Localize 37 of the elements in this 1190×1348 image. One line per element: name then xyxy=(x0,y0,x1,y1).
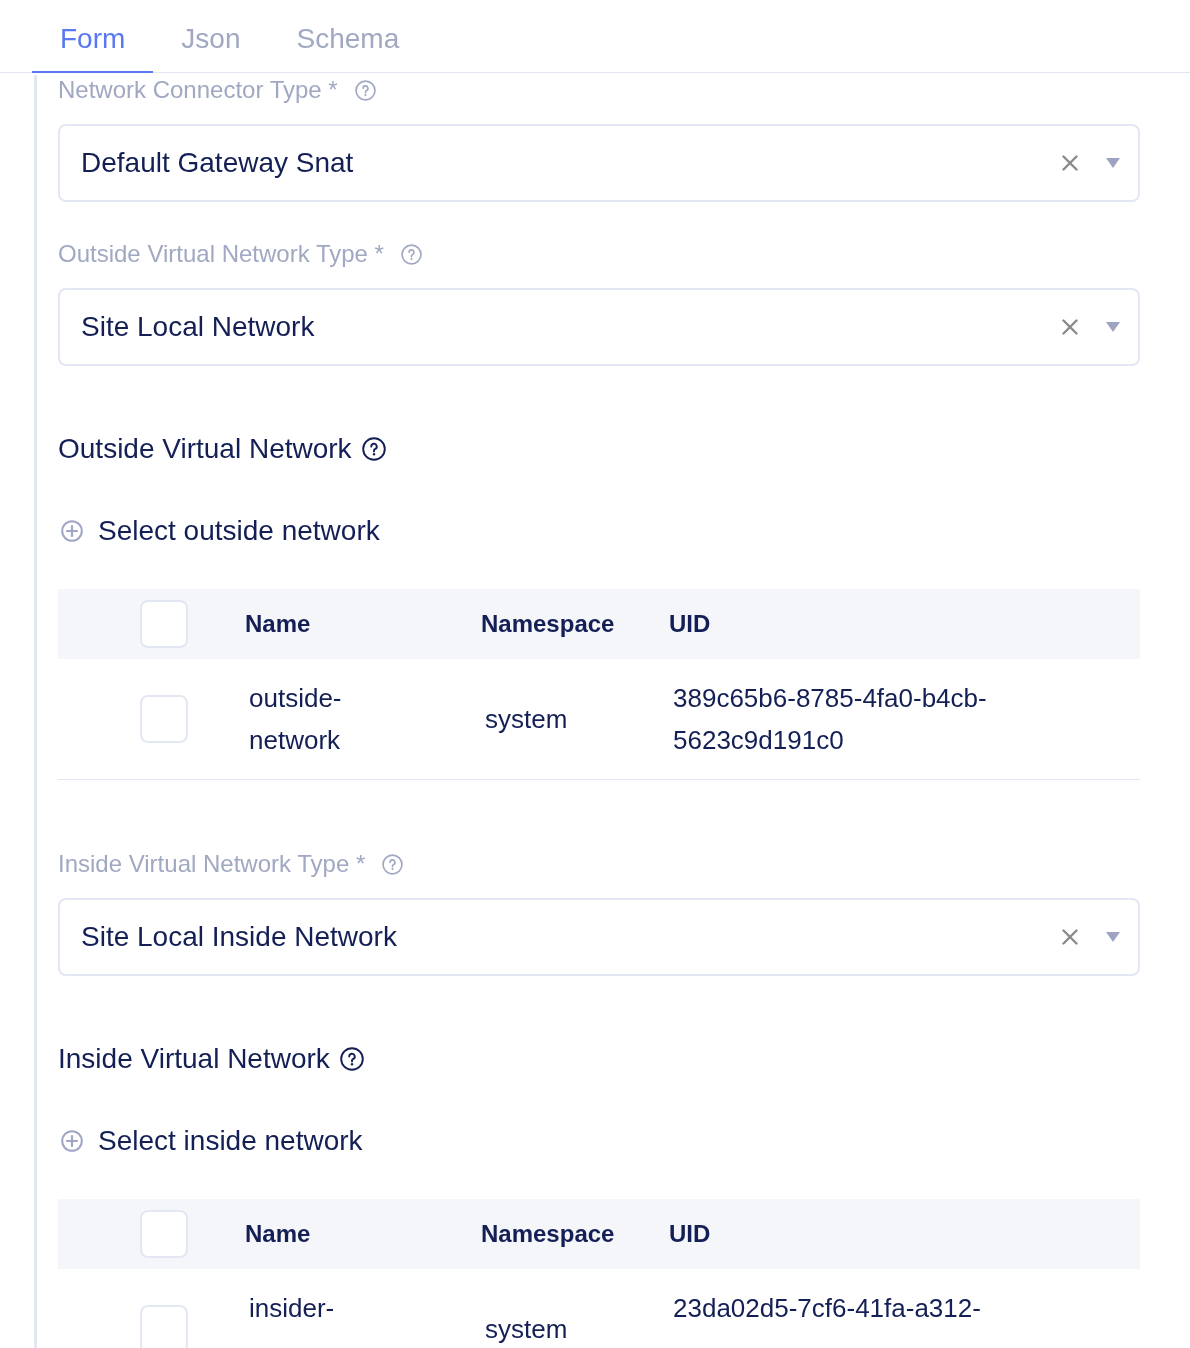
field-label: Network Connector Type * xyxy=(58,75,338,105)
column-header[interactable]: UID xyxy=(669,610,711,638)
checkbox[interactable] xyxy=(140,600,188,648)
checkbox[interactable] xyxy=(140,695,188,743)
column-header[interactable]: Namespace xyxy=(481,610,615,638)
add-network-button[interactable]: Select outside network xyxy=(58,513,380,549)
table-cell-text: outside-network xyxy=(249,682,343,757)
section-heading: Inside Virtual Network xyxy=(58,1042,330,1076)
select-field[interactable]: Site Local Network xyxy=(58,288,1140,366)
plus-circle-icon xyxy=(61,520,83,542)
field-label: Outside Virtual Network Type * xyxy=(58,239,384,269)
field-label: Inside Virtual Network Type * xyxy=(58,849,366,879)
clear-icon[interactable] xyxy=(1062,155,1078,171)
help-icon[interactable] xyxy=(339,1047,364,1071)
clear-icon[interactable] xyxy=(1062,319,1078,335)
table-cell-text: insider- xyxy=(249,1292,335,1325)
column-header[interactable]: Name xyxy=(245,1220,311,1248)
add-network-button[interactable]: Select inside network xyxy=(58,1123,363,1159)
checkbox[interactable] xyxy=(140,1305,188,1348)
column-header[interactable]: Name xyxy=(245,610,311,638)
select-field[interactable]: Default Gateway Snat xyxy=(58,124,1140,202)
caret-icon[interactable] xyxy=(1106,158,1120,168)
help-icon[interactable] xyxy=(361,437,386,461)
caret-icon[interactable] xyxy=(1106,322,1120,332)
table-cell-text: system xyxy=(485,1313,568,1346)
table-cell-text: 389c65b6-8785-4fa0-b4cb-5623c9d191c0 xyxy=(673,682,988,757)
table-cell-text: system xyxy=(485,703,568,736)
clear-icon[interactable] xyxy=(1062,929,1078,945)
column-header[interactable]: UID xyxy=(669,1220,711,1248)
caret-icon[interactable] xyxy=(1106,932,1120,942)
section-heading: Outside Virtual Network xyxy=(58,432,352,466)
select-field[interactable]: Site Local Inside Network xyxy=(58,898,1140,976)
checkbox[interactable] xyxy=(140,1210,188,1258)
column-header[interactable]: Namespace xyxy=(481,1220,615,1248)
plus-circle-icon xyxy=(61,1130,83,1152)
table-cell-text: 23da02d5-7cf6-41fa-a312- xyxy=(673,1292,981,1325)
tab[interactable]: Form xyxy=(32,0,154,73)
